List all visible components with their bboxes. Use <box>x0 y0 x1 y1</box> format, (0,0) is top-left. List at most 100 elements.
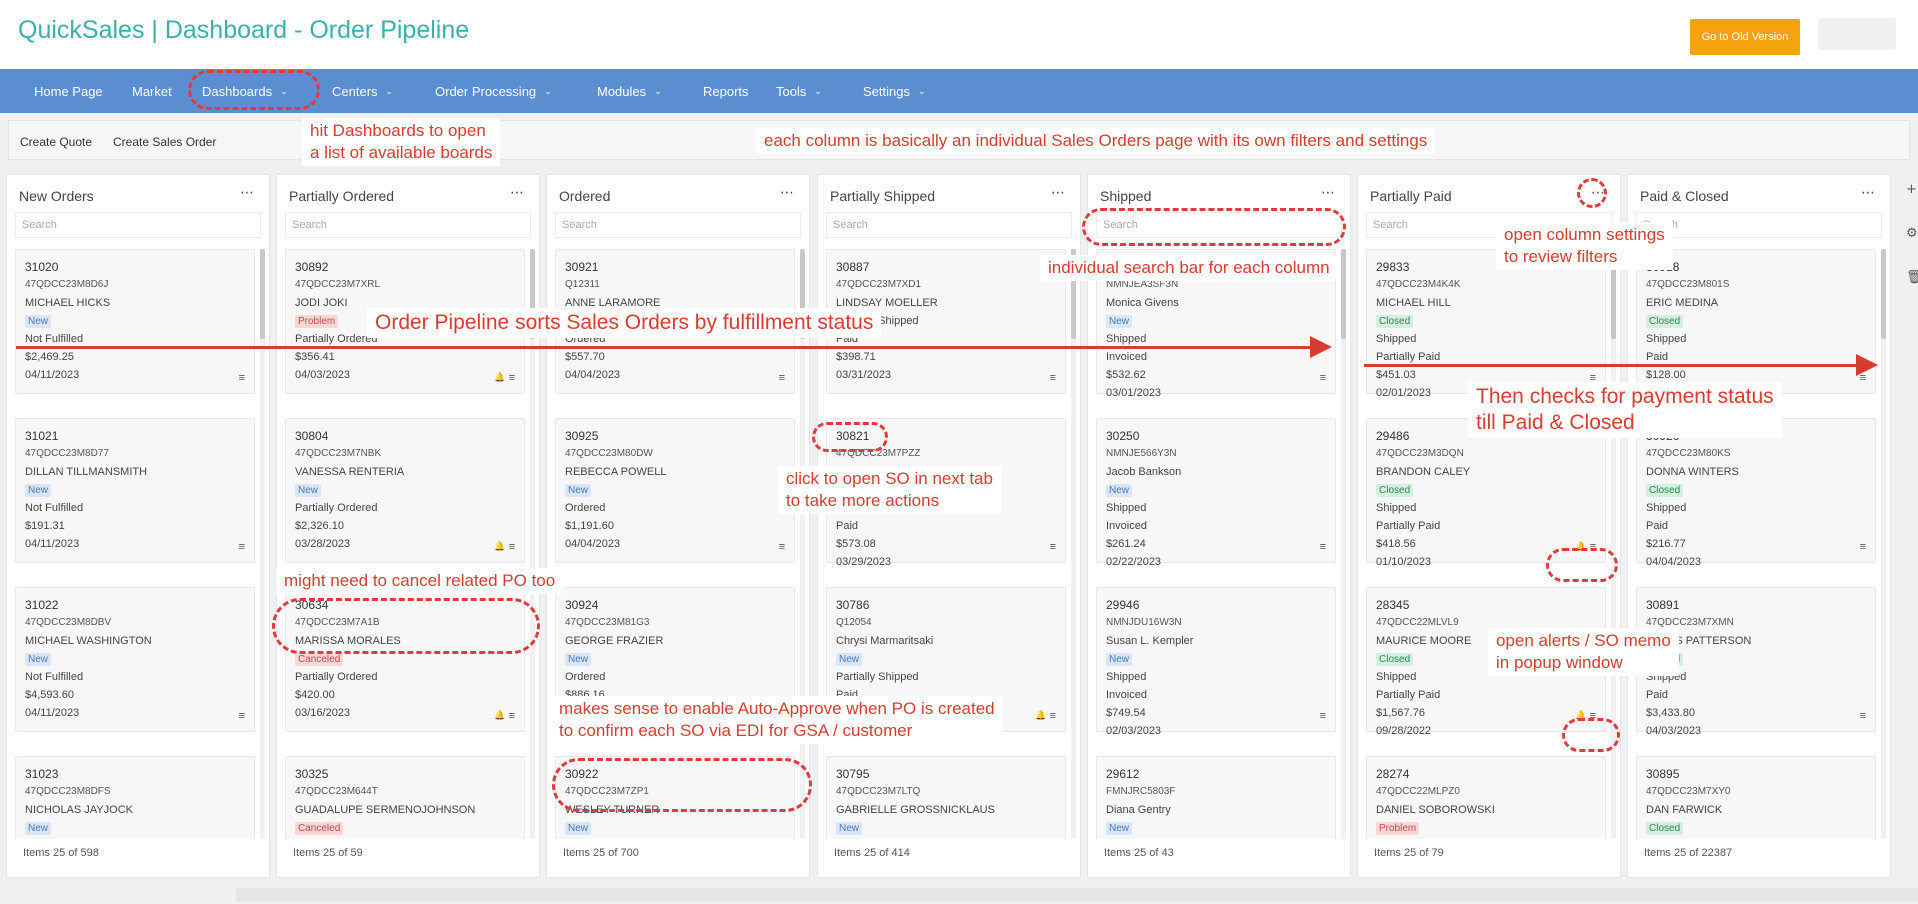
order-number[interactable]: 30924 <box>565 596 785 614</box>
order-number[interactable]: 30892 <box>295 258 515 276</box>
order-card[interactable]: 30895 47QDCC23M7XY0 DAN FARWICK Closed Shipp… <box>1636 756 1876 839</box>
order-card[interactable]: 30795 47QDCC23M7LTQ GABRIELLE GROSSNICKLAU… <box>826 756 1066 839</box>
nav-item-modules[interactable]: Modules ⌄ <box>597 69 662 113</box>
memo-icon[interactable]: ≡ <box>509 710 515 722</box>
memo-icon[interactable]: ≡ <box>1860 710 1866 722</box>
order-card[interactable]: 29612FMNJRC5803FDiana GentryNewShippedIn… <box>1096 756 1336 839</box>
order-number[interactable]: 30891 <box>1646 596 1866 614</box>
order-number[interactable]: 30804 <box>295 427 515 445</box>
memo-icon[interactable]: ≡ <box>1050 710 1056 722</box>
scroll-thumb[interactable] <box>1881 249 1886 339</box>
nav-item-home-page[interactable]: Home Page <box>34 69 103 113</box>
order-number[interactable]: 30250 <box>1106 427 1326 445</box>
card-list[interactable]: 31020 47QDCC23M8D6J MICHAEL HICKS New Not Fu… <box>15 249 263 839</box>
trash-icon[interactable]: 🗑 <box>1906 270 1918 285</box>
ellipsis-icon[interactable]: ⋯ <box>780 185 795 201</box>
order-card[interactable]: 29486 47QDCC23M3DQN BRANDON CALEY Closed Shi… <box>1366 418 1606 568</box>
order-number[interactable]: 29612 <box>1106 765 1326 783</box>
order-number[interactable]: 30887 <box>836 258 1056 276</box>
order-number[interactable]: 31023 <box>25 765 245 783</box>
nav-item-market[interactable]: Market <box>132 69 172 113</box>
order-card[interactable]: 31021 47QDCC23M8D77 DILLAN TILLMANSMITH New… <box>15 418 255 563</box>
order-card[interactable]: 31020 47QDCC23M8D6J MICHAEL HICKS New Not Fu… <box>15 249 255 394</box>
bell-icon[interactable]: 🔔 <box>494 710 505 722</box>
order-number[interactable]: 30895 <box>1646 765 1866 783</box>
order-number[interactable]: 30325 <box>295 765 515 783</box>
order-number[interactable]: 31020 <box>25 258 245 276</box>
plus-icon[interactable]: + <box>1906 182 1918 197</box>
order-card[interactable]: 31023 47QDCC23M8DFS NICHOLAS JAYJOCK New Not… <box>15 756 255 839</box>
create-sales-order-link[interactable]: Create Sales Order <box>113 135 216 149</box>
order-card[interactable]: 28274 47QDCC22MLPZ0 DANIEL SOBOROWSKI Probl… <box>1366 756 1606 839</box>
scroll-thumb[interactable] <box>260 249 265 339</box>
order-number[interactable]: 30786 <box>836 596 1056 614</box>
memo-icon[interactable]: ≡ <box>239 541 245 553</box>
order-card[interactable]: 30250 NMNJE566Y3N Jacob Bankson New Shipped I… <box>1096 418 1336 568</box>
order-card[interactable]: 30804 47QDCC23M7NBK VANESSA RENTERIA New Par… <box>285 418 525 563</box>
order-card[interactable]: 30325 47QDCC23M644T GUADALUPE SERMENOJOHNS… <box>285 756 525 839</box>
nav-item-label: Settings <box>863 83 910 99</box>
memo-icon[interactable]: ≡ <box>509 372 515 384</box>
scroll-thumb[interactable] <box>1341 249 1346 339</box>
nav-item-tools[interactable]: Tools ⌄ <box>776 69 822 113</box>
card-list[interactable]: 30918 47QDCC23M801S ERIC MEDINA Closed Shipp… <box>1636 249 1884 839</box>
order-card[interactable]: 30925 47QDCC23M80DW REBECCA POWELL New Order… <box>555 418 795 563</box>
vertical-scrollbar[interactable] <box>1611 249 1616 839</box>
order-number[interactable]: 29946 <box>1106 596 1326 614</box>
order-card[interactable]: 29833 47QDCC23M4K4K MICHAEL HILL Closed Ship… <box>1366 249 1606 399</box>
horizontal-scrollbar[interactable] <box>236 888 1918 902</box>
order-number[interactable]: 30795 <box>836 765 1056 783</box>
bell-icon[interactable]: 🔔 <box>494 372 505 384</box>
memo-icon[interactable]: ≡ <box>509 541 515 553</box>
order-detail: Shipped <box>1106 502 1147 514</box>
bell-icon[interactable]: 🔔 <box>494 541 505 553</box>
order-number[interactable]: 28274 <box>1376 765 1596 783</box>
nav-item-label: Order Processing <box>435 83 537 99</box>
order-card[interactable]: 29946 NMNJDU16W3N Susan L. Kempler New Shipp… <box>1096 587 1336 737</box>
order-card[interactable]: 31022 47QDCC23M8DBV MICHAEL WASHINGTON New N… <box>15 587 255 732</box>
order-card[interactable]: 3092647QDCC23M80KSDONNA WINTERSClosedShi… <box>1636 418 1876 568</box>
nav-item-order-processing[interactable]: Order Processing ⌄ <box>435 69 552 113</box>
column-search-input[interactable] <box>285 212 531 238</box>
column-search-input[interactable] <box>1636 212 1882 238</box>
bell-icon[interactable]: 🔔 <box>1035 710 1046 722</box>
ellipsis-icon[interactable]: ⋯ <box>1051 185 1066 201</box>
memo-icon[interactable]: ≡ <box>1320 710 1326 722</box>
vertical-scrollbar[interactable] <box>1341 249 1346 839</box>
card-list[interactable]: 30401NMNJEA3SF3NMonica GivensNewShippedI… <box>1096 249 1344 839</box>
memo-icon[interactable]: ≡ <box>239 372 245 384</box>
gear-icon[interactable]: ⚙ <box>1906 226 1918 241</box>
column-search-input[interactable] <box>555 212 801 238</box>
memo-icon[interactable]: ≡ <box>1050 372 1056 384</box>
memo-icon[interactable]: ≡ <box>779 372 785 384</box>
vertical-scrollbar[interactable] <box>1071 249 1076 839</box>
nav-item-centers[interactable]: Centers ⌄ <box>332 69 393 113</box>
ellipsis-icon[interactable]: ⋯ <box>240 185 255 201</box>
memo-icon[interactable]: ≡ <box>1050 541 1056 553</box>
nav-item-reports[interactable]: Reports <box>703 69 749 113</box>
order-number[interactable]: 28345 <box>1376 596 1596 614</box>
order-number[interactable]: 30921 <box>565 258 785 276</box>
order-number[interactable]: 30918 <box>1646 258 1866 276</box>
vertical-scrollbar[interactable] <box>1881 249 1886 839</box>
order-card[interactable]: 30918 47QDCC23M801S ERIC MEDINA Closed Shipp… <box>1636 249 1876 399</box>
order-number[interactable]: 31021 <box>25 427 245 445</box>
memo-icon[interactable]: ≡ <box>1320 372 1326 384</box>
create-quote-link[interactable]: Create Quote <box>20 135 92 149</box>
memo-icon[interactable]: ≡ <box>1320 541 1326 553</box>
old-version-button[interactable]: Go to Old Version <box>1690 19 1800 55</box>
vertical-scrollbar[interactable] <box>260 249 265 839</box>
nav-item-settings[interactable]: Settings ⌄ <box>863 69 926 113</box>
memo-icon[interactable]: ≡ <box>239 710 245 722</box>
column-search-input[interactable] <box>15 212 261 238</box>
customer-name: Monica Givens <box>1106 297 1179 309</box>
ellipsis-icon[interactable]: ⋯ <box>1321 185 1336 201</box>
memo-icon[interactable]: ≡ <box>1860 541 1866 553</box>
memo-icon[interactable]: ≡ <box>779 541 785 553</box>
ellipsis-icon[interactable]: ⋯ <box>510 185 525 201</box>
avatar[interactable] <box>1818 18 1896 50</box>
column-search-input[interactable] <box>826 212 1072 238</box>
order-number[interactable]: 30925 <box>565 427 785 445</box>
order-number[interactable]: 31022 <box>25 596 245 614</box>
ellipsis-icon[interactable]: ⋯ <box>1861 185 1876 201</box>
